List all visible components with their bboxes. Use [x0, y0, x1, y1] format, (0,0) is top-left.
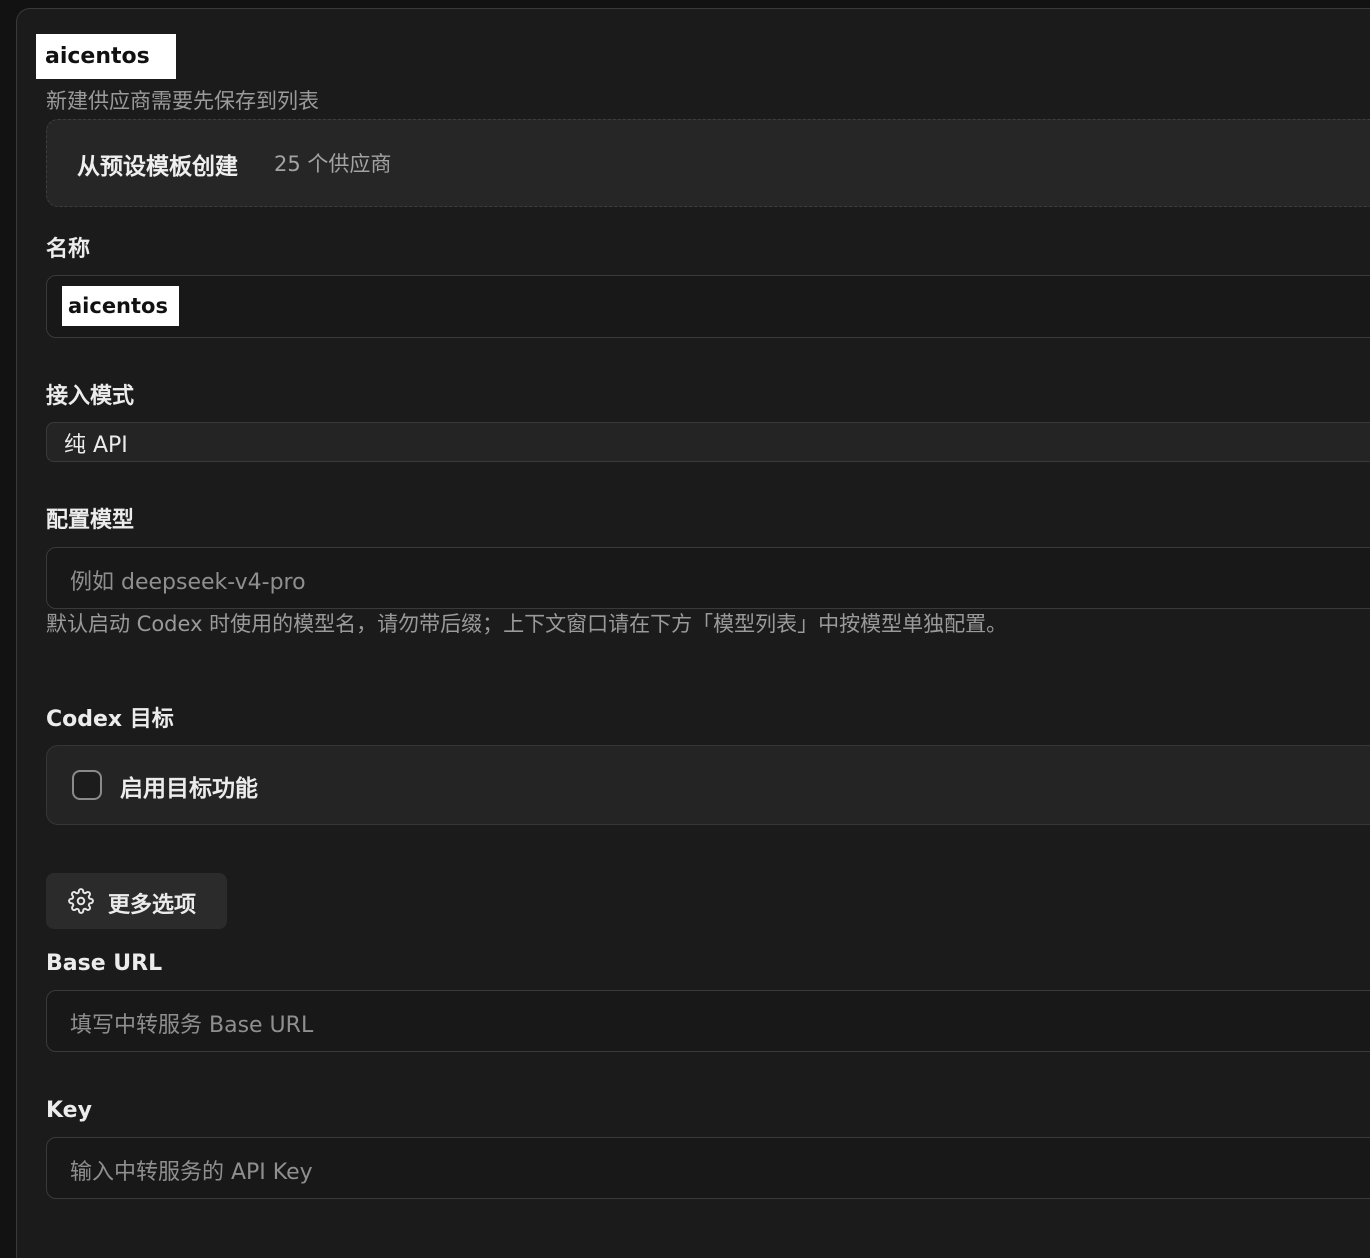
provider-title: aicentos [36, 34, 176, 79]
enable-target-label: 启用目标功能 [120, 776, 258, 802]
model-input[interactable]: 例如 deepseek-v4-pro [46, 547, 1370, 609]
name-label: 名称 [46, 237, 91, 262]
enable-target-checkbox[interactable] [72, 770, 102, 800]
save-hint: 新建供应商需要先保存到列表 [46, 89, 319, 113]
key-label: Key [46, 1098, 92, 1123]
base-url-placeholder: 填写中转服务 Base URL [70, 1013, 314, 1038]
name-input[interactable]: aicentos [46, 275, 1370, 338]
create-from-template-button[interactable]: 从预设模板创建 25 个供应商 [46, 119, 1370, 207]
access-mode-select[interactable]: 纯 API [46, 422, 1370, 462]
access-mode-value: 纯 API [64, 433, 128, 458]
name-value: aicentos [62, 286, 179, 326]
more-options-label: 更多选项 [108, 893, 197, 918]
model-hint: 默认启动 Codex 时使用的模型名，请勿带后缀；上下文窗口请在下方「模型列表」… [46, 612, 1008, 636]
template-title: 从预设模板创建 [77, 154, 238, 180]
model-label: 配置模型 [46, 508, 135, 533]
base-url-input[interactable]: 填写中转服务 Base URL [46, 990, 1370, 1052]
model-placeholder: 例如 deepseek-v4-pro [70, 570, 306, 595]
template-count: 25 个供应商 [274, 152, 392, 176]
key-input[interactable]: 输入中转服务的 API Key [46, 1137, 1370, 1199]
key-placeholder: 输入中转服务的 API Key [70, 1160, 313, 1185]
access-mode-label: 接入模式 [46, 384, 135, 409]
more-options-button[interactable]: 更多选项 [46, 873, 227, 929]
codex-target-toggle[interactable]: 启用目标功能 [46, 745, 1370, 825]
gear-icon [68, 888, 94, 914]
base-url-label: Base URL [46, 951, 163, 976]
codex-target-label: Codex 目标 [46, 707, 174, 732]
